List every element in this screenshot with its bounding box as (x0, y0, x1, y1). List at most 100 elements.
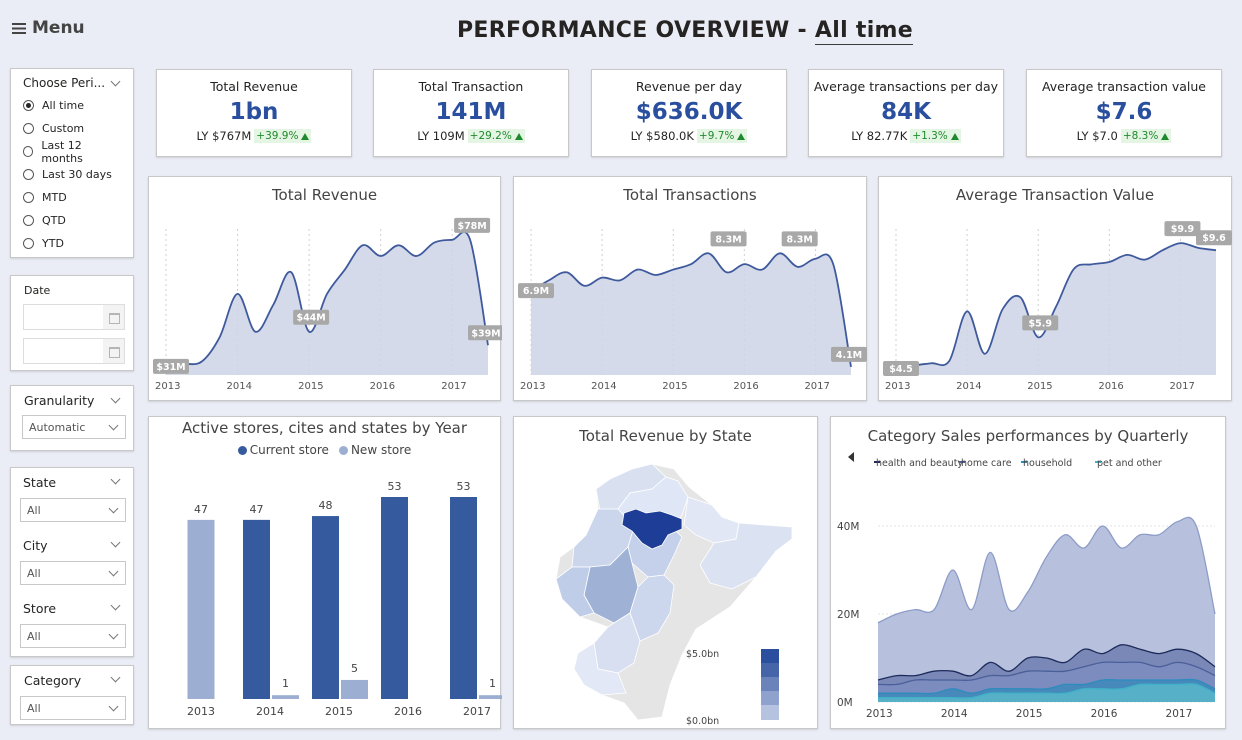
bar-current-store[interactable] (243, 519, 270, 699)
store-dropdown[interactable]: All (20, 624, 126, 648)
kpi-ly-value: LY $580.0K (630, 129, 694, 143)
date-slicer: Date (10, 275, 134, 371)
chevron-down-icon (108, 566, 119, 577)
kpi-last-year: LY $580.0K +9.7% (592, 129, 786, 143)
chevron-down-icon[interactable] (110, 393, 121, 404)
category-area-svg: health and beautyhome care household pet a… (837, 452, 1216, 720)
period-option-qtd[interactable]: QTD (23, 209, 121, 232)
calendar-icon[interactable] (103, 304, 125, 330)
kpi-ly-value: LY 109M (417, 129, 465, 143)
page-title: PERFORMANCE OVERVIEW - All time (0, 18, 1242, 45)
data-label-text: $5.9 (1028, 318, 1051, 329)
period-option-last-30-days[interactable]: Last 30 days (23, 163, 121, 186)
granularity-value: Automatic (29, 420, 86, 434)
option-label: Last 12 months (41, 138, 83, 165)
state-value: All (27, 503, 41, 517)
kpi-card-avg-transaction-value: Average transaction value $7.6 LY $7.0 +8… (1026, 69, 1222, 157)
period-option-custom[interactable]: Custom (23, 117, 121, 140)
legend-step (761, 677, 779, 691)
data-label: $9.6 (1196, 230, 1232, 246)
radio-icon (23, 123, 34, 134)
chevron-down-icon (108, 503, 119, 514)
end-date-input[interactable] (23, 338, 115, 364)
kpi-title: Revenue per day (635, 79, 743, 94)
data-label: 6.9M (518, 283, 554, 299)
legend-scroll-left-icon[interactable] (848, 452, 854, 462)
state-dropdown[interactable]: All (20, 498, 126, 522)
title-period: All time (814, 18, 913, 45)
avg-transaction-value-chart: Average Transaction Value 2013 2014 2015 20… (878, 176, 1232, 401)
up-arrow-icon (950, 132, 959, 140)
kpi-value: 141M (435, 99, 507, 125)
map-color-legend: $5.0bn $0.0bn (686, 649, 779, 727)
bar-new-store[interactable] (187, 519, 215, 699)
x-tick-label: 2014 (956, 381, 981, 392)
up-arrow-icon (301, 132, 310, 140)
x-tick-label: 2016 (1098, 381, 1123, 392)
option-label: QTD (42, 214, 66, 227)
data-label-text: $39M (471, 328, 500, 339)
period-options: All time Custom Last 12 months Last 30 d… (23, 94, 121, 255)
radio-icon (23, 238, 34, 249)
bar-current-store[interactable] (312, 516, 339, 699)
bar-current-store[interactable] (450, 497, 477, 699)
legend-label[interactable]: pet and other (1097, 458, 1162, 469)
data-label-text: 8.3M (715, 234, 741, 245)
x-tick-label: 2013 (866, 708, 893, 720)
kpi-change-badge: +29.2% (467, 129, 525, 143)
bar-current-store[interactable] (381, 497, 408, 699)
total-transactions-area-svg: 2013 2014 2015 2016 2017 6.9M 8.3M 8.3M 4.1M (518, 229, 867, 392)
total-revenue-area-svg: 2013 2014 2015 2016 2017 $31M $44M $78M $39M (153, 217, 502, 392)
state-title: State (23, 475, 57, 490)
kpi-value: $7.6 (1095, 99, 1153, 125)
chevron-down-icon[interactable] (110, 600, 121, 611)
granularity-dropdown[interactable]: Automatic (22, 415, 126, 439)
chevron-down-icon[interactable] (110, 672, 121, 683)
legend-label[interactable]: household (1023, 458, 1072, 469)
x-tick-label: 2015 (1027, 381, 1052, 392)
legend-label[interactable]: home care (961, 458, 1012, 469)
bar-chart-svg: 47 2013 47 1 2014 48 5 2015 53 2016 53 1 2017 (187, 480, 502, 718)
city-dropdown[interactable]: All (20, 561, 126, 585)
chevron-down-icon[interactable] (110, 474, 121, 485)
period-slicer-title: Choose Peri... (23, 76, 106, 90)
radio-icon (23, 215, 34, 226)
period-option-all-time[interactable]: All time (23, 94, 121, 117)
radio-icon (23, 146, 34, 157)
kpi-change-badge: +1.3% (910, 129, 961, 143)
option-label: Custom (42, 122, 85, 135)
option-label: MTD (42, 191, 67, 204)
radio-icon (23, 169, 34, 180)
data-label-text: $78M (457, 221, 486, 232)
kpi-change: +39.9% (256, 130, 299, 142)
legend-label[interactable]: health and beauty (876, 458, 963, 469)
kpi-change: +29.2% (469, 130, 512, 142)
kpi-ly-value: LY $7.0 (1076, 129, 1118, 143)
chevron-down-icon (108, 701, 119, 712)
kpi-change-badge: +39.9% (254, 129, 312, 143)
location-filters: State All City All Store All (10, 467, 134, 657)
data-label: 8.3M (710, 231, 747, 247)
x-tick-label: 2013 (520, 381, 545, 392)
chevron-down-icon[interactable] (110, 537, 121, 548)
category-dropdown[interactable]: All (20, 696, 126, 720)
start-date-input[interactable] (23, 304, 115, 330)
period-option-mtd[interactable]: MTD (23, 186, 121, 209)
bar-new-store[interactable] (341, 679, 368, 699)
bar-new-store[interactable] (479, 695, 502, 699)
calendar-icon[interactable] (103, 338, 125, 364)
y-tick-label: 0M (837, 697, 853, 709)
category-filter: Category All (10, 665, 134, 725)
bar-new-store[interactable] (272, 695, 299, 699)
period-option-last-12-months[interactable]: Last 12 months (23, 138, 121, 165)
x-tick-label: 2016 (733, 381, 758, 392)
kpi-change: +1.3% (912, 130, 948, 142)
kpi-value: 84K (881, 99, 931, 125)
legend-step (761, 705, 779, 720)
period-option-ytd[interactable]: YTD (23, 232, 121, 255)
category-title: Category (24, 673, 82, 688)
category-sales-chart: Category Sales performances by Quarterly… (830, 416, 1226, 729)
x-tick-label: 2014 (941, 708, 968, 720)
city-title: City (23, 538, 48, 553)
kpi-card-revenue-per-day: Revenue per day $636.0K LY $580.0K +9.7% (591, 69, 787, 157)
